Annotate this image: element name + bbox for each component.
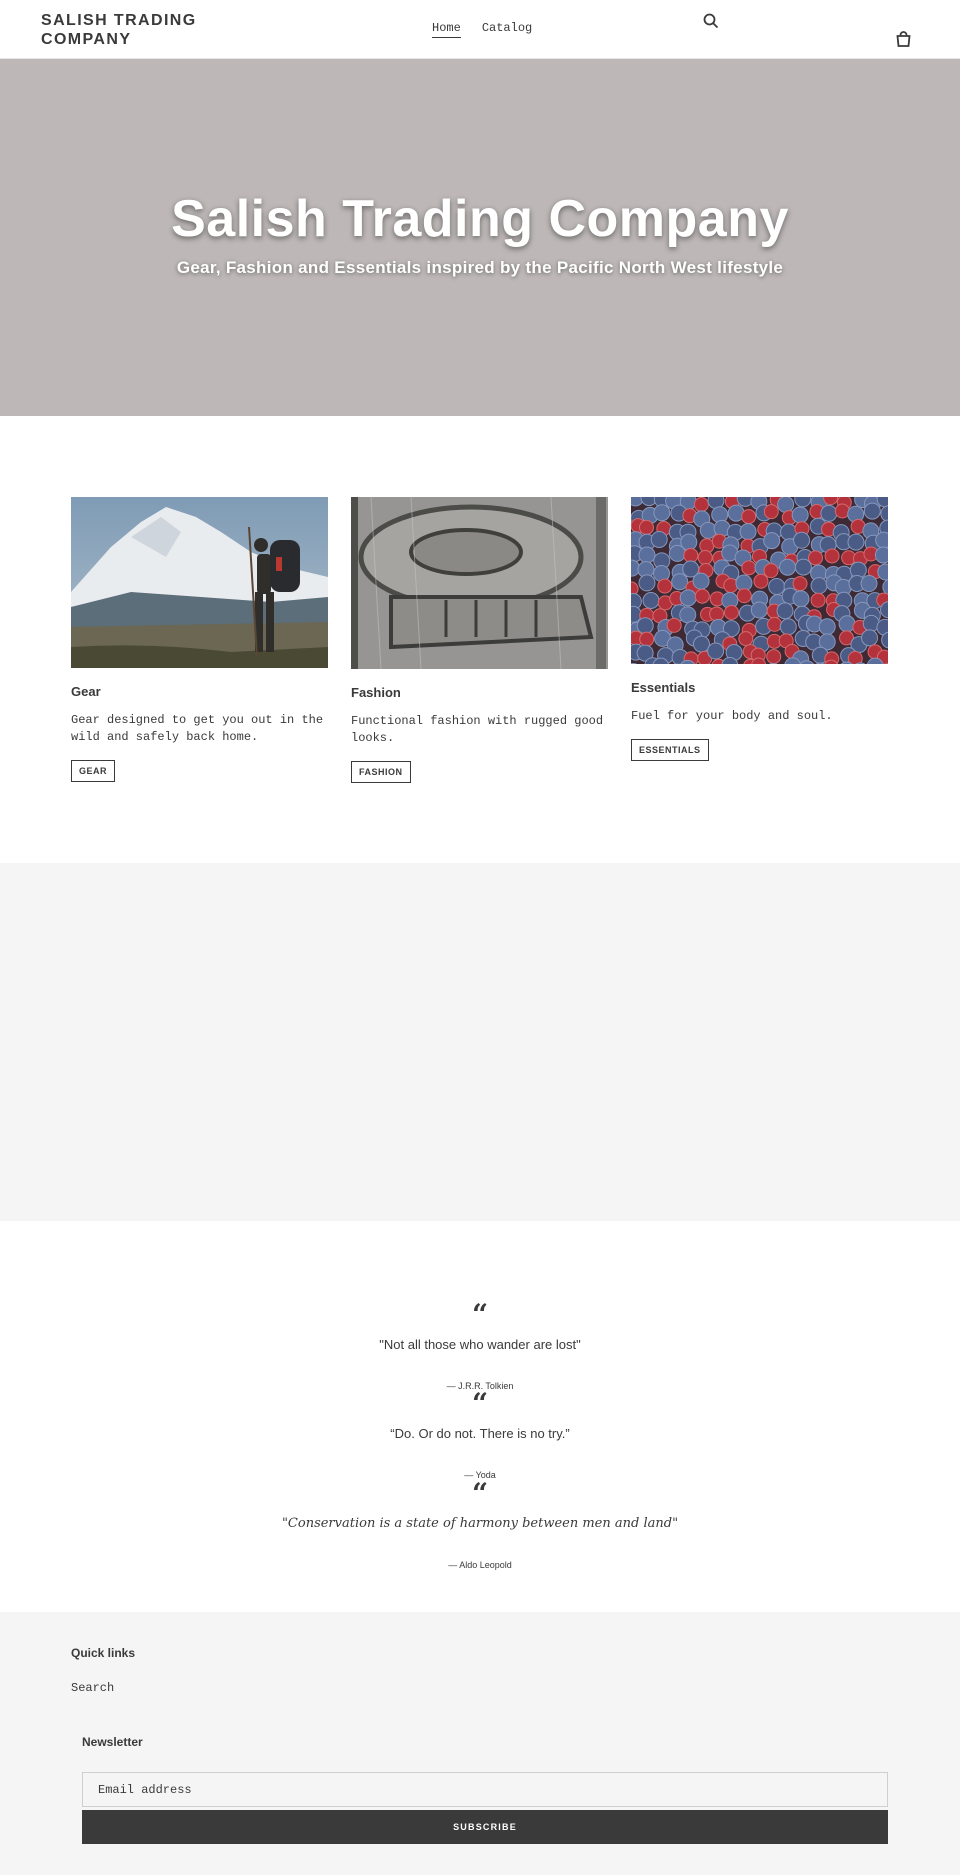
- collection-description: Fuel for your body and soul.: [631, 709, 833, 723]
- collection-title: Gear: [71, 684, 101, 699]
- subscribe-button[interactable]: SUBSCRIBE: [82, 1810, 888, 1844]
- main-nav: Home Catalog: [432, 21, 532, 38]
- footer-link-search[interactable]: Search: [71, 1681, 114, 1695]
- essentials-button[interactable]: ESSENTIALS: [631, 739, 709, 761]
- site-logo[interactable]: SALISH TRADING COMPANY: [41, 11, 231, 49]
- hero-banner: Salish Trading Company Gear, Fashion and…: [0, 59, 960, 416]
- email-field[interactable]: Email address: [82, 1772, 888, 1807]
- quote-text: “Do. Or do not. There is no try.”: [390, 1426, 570, 1441]
- quick-links-title: Quick links: [71, 1646, 136, 1660]
- quote-icon: “: [471, 1298, 489, 1331]
- collection-title: Essentials: [631, 680, 696, 695]
- collection-description: Functional fashion with rugged good look…: [351, 714, 604, 745]
- site-footer: Quick links Search Newsletter Email addr…: [0, 1612, 960, 1875]
- hero-subtitle: Gear, Fashion and Essentials inspired by…: [176, 258, 784, 277]
- collection-card-essentials: Essentials Fuel for your body and soul. …: [631, 497, 888, 761]
- testimonial-3: “ "Conservation is a state of harmony be…: [0, 1477, 960, 1571]
- collection-card-fashion: Fashion Functional fashion with rugged g…: [351, 497, 608, 783]
- gear-image[interactable]: [71, 497, 328, 668]
- quote-text: "Not all those who wander are lost": [379, 1337, 581, 1352]
- quote-author: — Aldo Leopold: [448, 1560, 512, 1570]
- newsletter-title: Newsletter: [82, 1735, 143, 1749]
- collection-title: Fashion: [351, 685, 401, 700]
- quote-text: "Conservation is a state of harmony betw…: [281, 1516, 679, 1531]
- quote-icon: “: [471, 1477, 489, 1510]
- collection-description: Gear designed to get you out in the wild…: [71, 713, 324, 744]
- essentials-image[interactable]: [631, 497, 888, 664]
- nav-link-home[interactable]: Home: [432, 21, 461, 38]
- fashion-button[interactable]: FASHION: [351, 761, 411, 783]
- hero-title: Salish Trading Company: [171, 190, 789, 248]
- gear-button[interactable]: GEAR: [71, 760, 116, 782]
- empty-section: [0, 863, 960, 1221]
- quote-icon: “: [471, 1387, 489, 1420]
- testimonial-2: “ “Do. Or do not. There is no try.” — Yo…: [0, 1387, 960, 1481]
- testimonial-1: “ "Not all those who wander are lost" — …: [0, 1298, 960, 1392]
- collection-card-gear: Gear Gear designed to get you out in the…: [71, 497, 328, 782]
- site-header: SALISH TRADING COMPANY Home Catalog: [0, 0, 960, 59]
- cart-icon[interactable]: [892, 28, 914, 50]
- search-icon[interactable]: [700, 10, 722, 32]
- nav-link-catalog[interactable]: Catalog: [482, 21, 532, 38]
- fashion-image[interactable]: [351, 497, 608, 669]
